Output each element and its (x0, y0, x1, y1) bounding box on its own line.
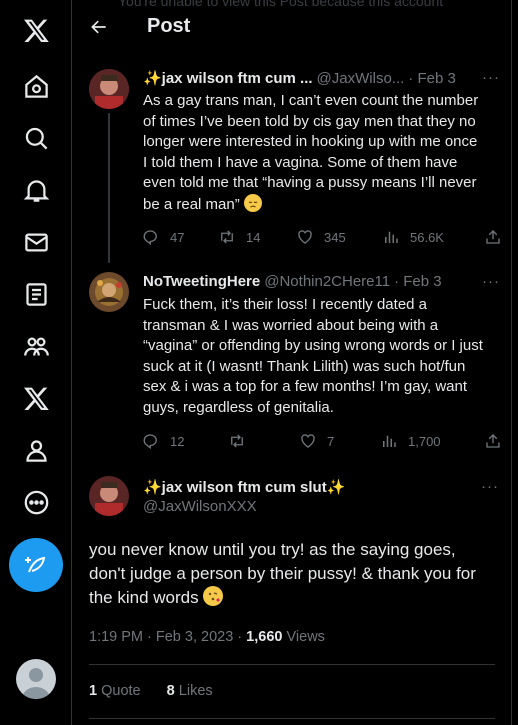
reply-icon (143, 434, 157, 450)
avatar[interactable] (89, 272, 129, 312)
lists-icon[interactable] (11, 269, 61, 319)
like-button[interactable]: 345 (296, 228, 346, 246)
repost-button[interactable]: 14 (218, 228, 260, 246)
home-icon[interactable] (11, 61, 61, 111)
tweet-text: As a gay trans man, I can’t even count t… (143, 91, 483, 215)
reply-button[interactable]: 47 (142, 228, 184, 246)
quotes-link[interactable]: 1 Quote (89, 683, 141, 699)
reply-button[interactable]: 12 (142, 432, 184, 450)
quotes-label: Quote (97, 683, 141, 699)
username[interactable]: @JaxWilso... (317, 70, 405, 87)
display-name[interactable]: ✨jax wilson ftm cum slut✨ (143, 478, 345, 496)
likes-label: Likes (174, 683, 213, 699)
reply-count: 47 (170, 229, 185, 245)
avatar[interactable] (89, 69, 129, 109)
views-label: Views (282, 629, 325, 645)
post-stats: 1 Quote 8 Likes (89, 683, 213, 699)
more-options-icon[interactable]: ··· (482, 69, 500, 86)
profile-icon[interactable] (11, 425, 61, 475)
avatar[interactable] (89, 476, 129, 516)
thread-connector (108, 113, 110, 263)
left-nav (0, 0, 72, 725)
tweet-actions: 47 14 345 56.6K (142, 228, 502, 248)
header: You're unable to view this Post because … (72, 0, 511, 54)
tweet-text-content: you never know until you try! as the say… (89, 540, 476, 607)
tweet-actions: 12 7 1,700 (142, 432, 502, 452)
username[interactable]: @JaxWilsonXXX (143, 498, 257, 515)
share-icon[interactable] (484, 228, 511, 246)
messages-icon[interactable] (11, 217, 61, 267)
tweet-text-content: As a gay trans man, I can’t even count t… (143, 92, 479, 213)
share-icon[interactable] (484, 432, 511, 450)
view-count: 1,700 (408, 433, 441, 449)
timestamp[interactable]: · Feb 3 (408, 70, 456, 87)
heart-icon (298, 230, 312, 244)
compose-post-button[interactable] (9, 538, 63, 592)
thread-tweet[interactable]: NoTweetingHere @Nothin2CHere11 · Feb 3 ·… (72, 262, 511, 462)
notifications-icon[interactable] (11, 165, 61, 215)
likes-count: 8 (166, 683, 175, 699)
heart-icon (301, 434, 315, 448)
tweet-header: NoTweetingHere @Nothin2CHere11 · Feb 3 (143, 273, 442, 290)
quotes-count: 1 (89, 683, 98, 699)
repost-icon (221, 230, 233, 244)
back-arrow-icon[interactable] (86, 14, 112, 40)
tweet-header: ✨jax wilson ftm cum ... @JaxWilso... · F… (143, 69, 456, 88)
like-button[interactable]: 7 (299, 432, 334, 450)
display-name[interactable]: NoTweetingHere (143, 273, 260, 290)
repost-icon (231, 434, 243, 448)
x-logo-icon[interactable] (11, 5, 61, 55)
feather-plus-icon (25, 556, 46, 573)
reply-count: 12 (170, 433, 185, 449)
views-icon (385, 231, 398, 243)
more-icon[interactable] (11, 477, 61, 527)
communities-icon[interactable] (11, 321, 61, 371)
face-blowing-kiss-emoji (203, 586, 224, 606)
username[interactable]: @Nothin2CHere11 (264, 273, 390, 290)
views-button[interactable]: 1,700 (380, 432, 441, 450)
post-time[interactable]: 1:19 PM · Feb 3, 2023 · (89, 629, 246, 645)
account-avatar[interactable] (16, 659, 56, 699)
timestamp[interactable]: · Feb 3 (394, 273, 442, 290)
more-options-icon[interactable]: ··· (481, 478, 499, 495)
repost-count: 14 (246, 229, 261, 245)
divider (89, 718, 495, 719)
tweet-text: Fuck them, it’s their loss! I recently d… (143, 296, 483, 416)
hidden-post-notice: You're unable to view this Post because … (118, 0, 444, 9)
reply-icon (143, 230, 157, 246)
post-meta: 1:19 PM · Feb 3, 2023 · 1,660 Views (89, 629, 325, 645)
views-count: 1,660 (246, 629, 283, 645)
page-title: Post (147, 15, 191, 37)
view-count: 56.6K (410, 229, 444, 245)
views-icon (383, 435, 396, 447)
pensive-face-emoji (243, 193, 262, 212)
like-count: 345 (324, 229, 346, 245)
search-icon[interactable] (11, 113, 61, 163)
repost-button[interactable] (228, 432, 256, 450)
display-name[interactable]: ✨jax wilson ftm cum ... (143, 69, 313, 87)
likes-link[interactable]: 8 Likes (167, 683, 213, 699)
views-button[interactable]: 56.6K (382, 228, 444, 246)
thread-tweet[interactable]: ✨jax wilson ftm cum ... @JaxWilso... · F… (72, 60, 511, 263)
premium-icon[interactable] (11, 373, 61, 423)
post-detail-column: You're unable to view this Post because … (72, 0, 512, 725)
divider (89, 664, 495, 665)
tweet-text: you never know until you try! as the say… (89, 538, 489, 610)
more-options-icon[interactable]: ··· (482, 273, 500, 290)
like-count: 7 (327, 433, 335, 449)
